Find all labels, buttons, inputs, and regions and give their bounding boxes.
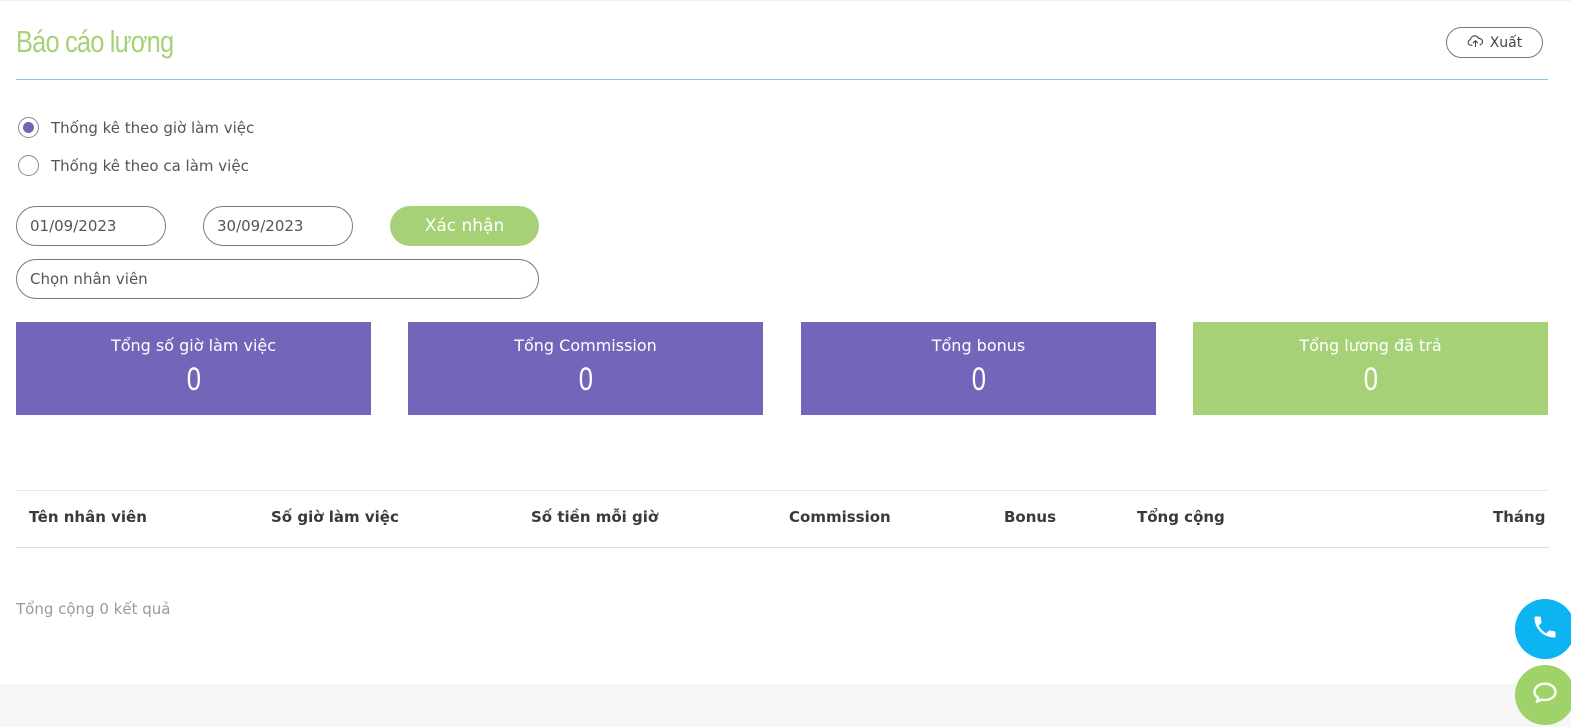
column-header-hourly-rate[interactable]: Số tiền mỗi giờ	[531, 508, 658, 526]
cloud-upload-icon	[1467, 34, 1484, 52]
column-header-bonus[interactable]: Bonus	[1004, 508, 1056, 526]
radio-label-by-hours: Thống kê theo giờ làm việc	[51, 118, 255, 137]
phone-icon	[1531, 613, 1559, 645]
top-divider	[0, 0, 1571, 1]
page-title: Báo cáo lương	[16, 24, 174, 59]
radio-by-hours[interactable]: Thống kê theo giờ làm việc	[18, 117, 254, 138]
stat-label: Tổng số giờ làm việc	[110, 336, 277, 355]
column-header-commission[interactable]: Commission	[789, 508, 891, 526]
stat-label: Tổng bonus	[931, 336, 1026, 355]
date-from-value: 01/09/2023	[30, 217, 117, 235]
stat-card-total-bonus: Tổng bonus 0	[801, 322, 1156, 415]
stat-value: 0	[1363, 361, 1378, 397]
table-top-border	[16, 490, 1549, 491]
radio-by-shifts[interactable]: Thống kê theo ca làm việc	[18, 155, 249, 176]
column-header-employee-name[interactable]: Tên nhân viên	[29, 508, 147, 526]
date-to-input[interactable]: 30/09/2023	[203, 206, 353, 246]
result-count: Tổng cộng 0 kết quả	[16, 600, 171, 618]
employee-select-placeholder: Chọn nhân viên	[30, 270, 148, 288]
footer-band	[0, 684, 1571, 727]
confirm-button[interactable]: Xác nhận	[390, 206, 539, 246]
stat-value: 0	[971, 361, 986, 397]
column-header-total[interactable]: Tổng cộng	[1137, 508, 1225, 526]
stat-card-total-commission: Tổng Commission 0	[408, 322, 763, 415]
date-to-value: 30/09/2023	[217, 217, 304, 235]
export-button-label: Xuất	[1489, 34, 1523, 51]
table-header-bottom-border	[16, 547, 1549, 548]
stat-label: Tổng Commission	[514, 336, 657, 355]
salary-report-page: Báo cáo lương Xuất Thống kê theo giờ làm…	[0, 0, 1571, 727]
export-button[interactable]: Xuất	[1446, 27, 1543, 58]
stat-value: 0	[186, 361, 201, 397]
employee-select[interactable]: Chọn nhân viên	[16, 259, 539, 299]
radio-label-by-shifts: Thống kê theo ca làm việc	[51, 156, 249, 175]
stat-card-total-paid: Tổng lương đã trả 0	[1193, 322, 1548, 415]
chat-bubble-icon	[1531, 679, 1559, 711]
stat-card-total-hours: Tổng số giờ làm việc 0	[16, 322, 371, 415]
radio-button-selected[interactable]	[18, 117, 39, 138]
stat-value: 0	[578, 361, 593, 397]
stat-label: Tổng lương đã trả	[1299, 336, 1442, 355]
header-divider	[16, 79, 1548, 80]
chat-button[interactable]	[1515, 665, 1571, 725]
column-header-work-hours[interactable]: Số giờ làm việc	[271, 508, 399, 526]
radio-button-unselected[interactable]	[18, 155, 39, 176]
column-header-month[interactable]: Tháng	[1493, 508, 1545, 526]
date-from-input[interactable]: 01/09/2023	[16, 206, 166, 246]
call-button[interactable]	[1515, 599, 1571, 659]
